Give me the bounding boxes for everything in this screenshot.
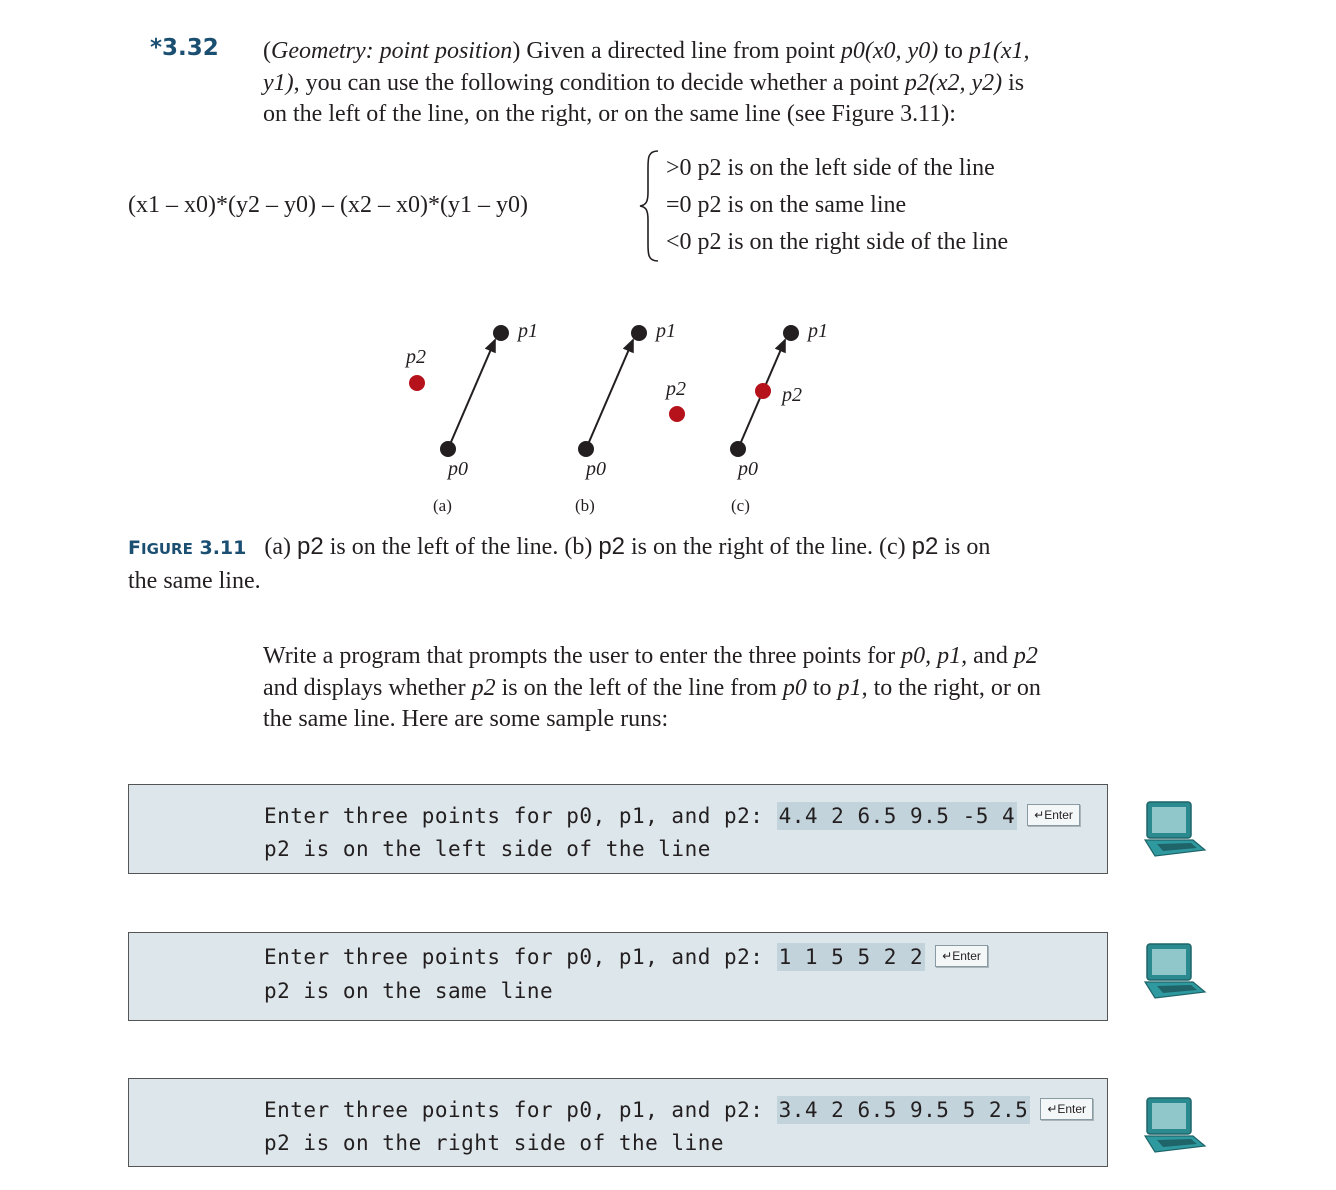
task-description: Write a program that prompts the user to… — [263, 643, 1041, 732]
line-b — [585, 338, 634, 450]
run-1-input: 4.4 2 6.5 9.5 -5 4 — [776, 802, 1018, 830]
label-p2-a: p2 — [406, 346, 426, 368]
sample-run-3: Enter three points for p0, p1, and p2: 3… — [128, 1078, 1108, 1167]
label-p0-c: p0 — [738, 458, 758, 480]
point-p0-c — [730, 441, 746, 457]
exercise-intro: (Geometry: point position) Given a direc… — [263, 38, 1030, 127]
sample-run-1: Enter three points for p0, p1, and p2: 4… — [128, 784, 1108, 874]
point-p2-b — [669, 406, 685, 422]
laptop-icon — [1143, 1097, 1207, 1153]
point-p0-b — [578, 441, 594, 457]
run-3-output: p2 is on the right side of the line — [264, 1131, 725, 1155]
enter-key-icon: ↵Enter — [1027, 804, 1080, 826]
sample-run-2: Enter three points for p0, p1, and p2: 1… — [128, 932, 1108, 1021]
formula-case-negative: <0 p2 is on the right side of the line — [666, 229, 1009, 255]
exercise-number: *3.32 — [150, 35, 219, 61]
label-p0-a: p0 — [448, 458, 468, 480]
exercise-title: Geometry: point position — [271, 38, 513, 64]
point-p2-c — [755, 383, 771, 399]
enter-key-icon: ↵Enter — [935, 945, 988, 967]
point-p1-a — [493, 325, 509, 341]
formula-case-positive: >0 p2 is on the left side of the line — [666, 155, 995, 181]
formula-expression: (x1 – x0)*(y2 – y0) – (x2 – x0)*(y1 – y0… — [128, 192, 528, 218]
label-p1-b: p1 — [656, 320, 676, 342]
run-2-prompt-line: Enter three points for p0, p1, and p2: 1… — [264, 943, 988, 971]
sublabel-b: (b) — [575, 496, 595, 515]
label-p1-a: p1 — [518, 320, 538, 342]
formula-case-zero: =0 p2 is on the same line — [666, 192, 907, 218]
line-a — [447, 338, 496, 450]
label-p2-b: p2 — [666, 378, 686, 400]
run-3-prompt-line: Enter three points for p0, p1, and p2: 3… — [264, 1096, 1094, 1124]
figure-3-11 — [409, 325, 799, 457]
run-1-prompt-line: Enter three points for p0, p1, and p2: 4… — [264, 802, 1080, 830]
label-p1-c: p1 — [808, 320, 828, 342]
run-2-input: 1 1 5 5 2 2 — [776, 943, 926, 971]
laptop-icon — [1143, 943, 1207, 999]
sublabel-a: (a) — [433, 496, 452, 515]
run-1-output: p2 is on the left side of the line — [264, 837, 711, 861]
left-brace — [639, 150, 659, 262]
label-p2-c: p2 — [782, 384, 802, 406]
figure-label: FIGURE 3.11 — [128, 537, 247, 559]
point-p2-a — [409, 375, 425, 391]
sublabel-c: (c) — [731, 496, 750, 515]
run-3-input: 3.4 2 6.5 9.5 5 2.5 — [776, 1096, 1031, 1124]
figure-caption: FIGURE 3.11 (a) p2 is on the left of the … — [128, 533, 991, 594]
point-p1-c — [783, 325, 799, 341]
enter-key-icon: ↵Enter — [1040, 1098, 1094, 1120]
laptop-icon — [1143, 801, 1207, 857]
point-p0-a — [440, 441, 456, 457]
point-p1-b — [631, 325, 647, 341]
run-2-output: p2 is on the same line — [264, 979, 554, 1003]
label-p0-b: p0 — [586, 458, 606, 480]
